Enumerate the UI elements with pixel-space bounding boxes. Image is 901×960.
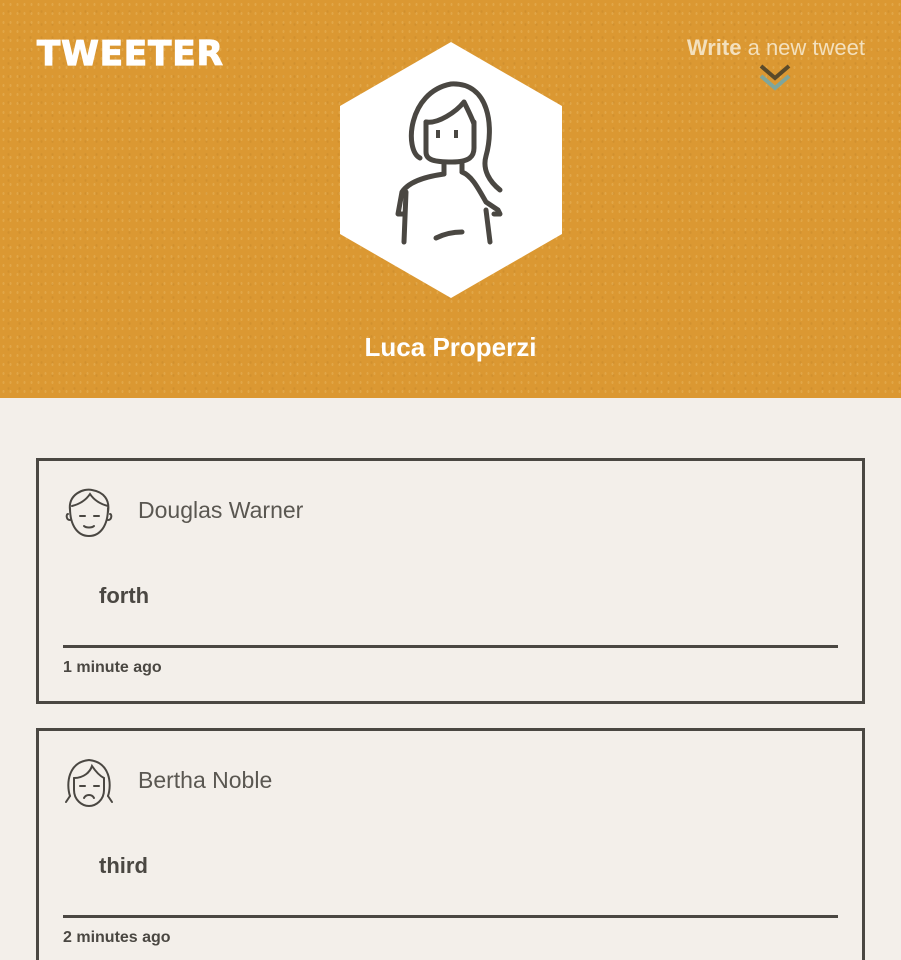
tweet-author: Douglas Warner (138, 497, 304, 523)
tweet-timestamp: 1 minute ago (63, 659, 162, 676)
tweet-text: forth (99, 583, 150, 608)
profile-name: Luca Properzi (364, 332, 537, 362)
profile-header: TWEETER Write a new tweet Luca Properzi (0, 0, 901, 398)
tweet-divider (63, 645, 838, 648)
app-logo[interactable]: TWEETER (36, 33, 224, 74)
compose-label-bold: Write (686, 35, 742, 60)
tweet-divider (63, 915, 838, 918)
compose-label-rest: a new tweet (741, 35, 865, 60)
tweet-card: Bertha Noble third 2 minutes ago (36, 728, 865, 960)
female-avatar-icon (65, 758, 113, 808)
tweet-card: Douglas Warner forth 1 minute ago (36, 458, 865, 704)
profile-avatar (340, 42, 562, 298)
male-avatar-icon (65, 488, 113, 538)
tweet-author: Bertha Noble (138, 767, 273, 793)
double-chevron-down-icon[interactable] (756, 62, 794, 96)
compose-toggle[interactable]: Write a new tweet (687, 34, 865, 62)
tweet-text: third (99, 853, 148, 878)
tweet-timestamp: 2 minutes ago (63, 929, 171, 946)
tweeter-page: TWEETER Write a new tweet Luca Properzi … (0, 0, 901, 960)
